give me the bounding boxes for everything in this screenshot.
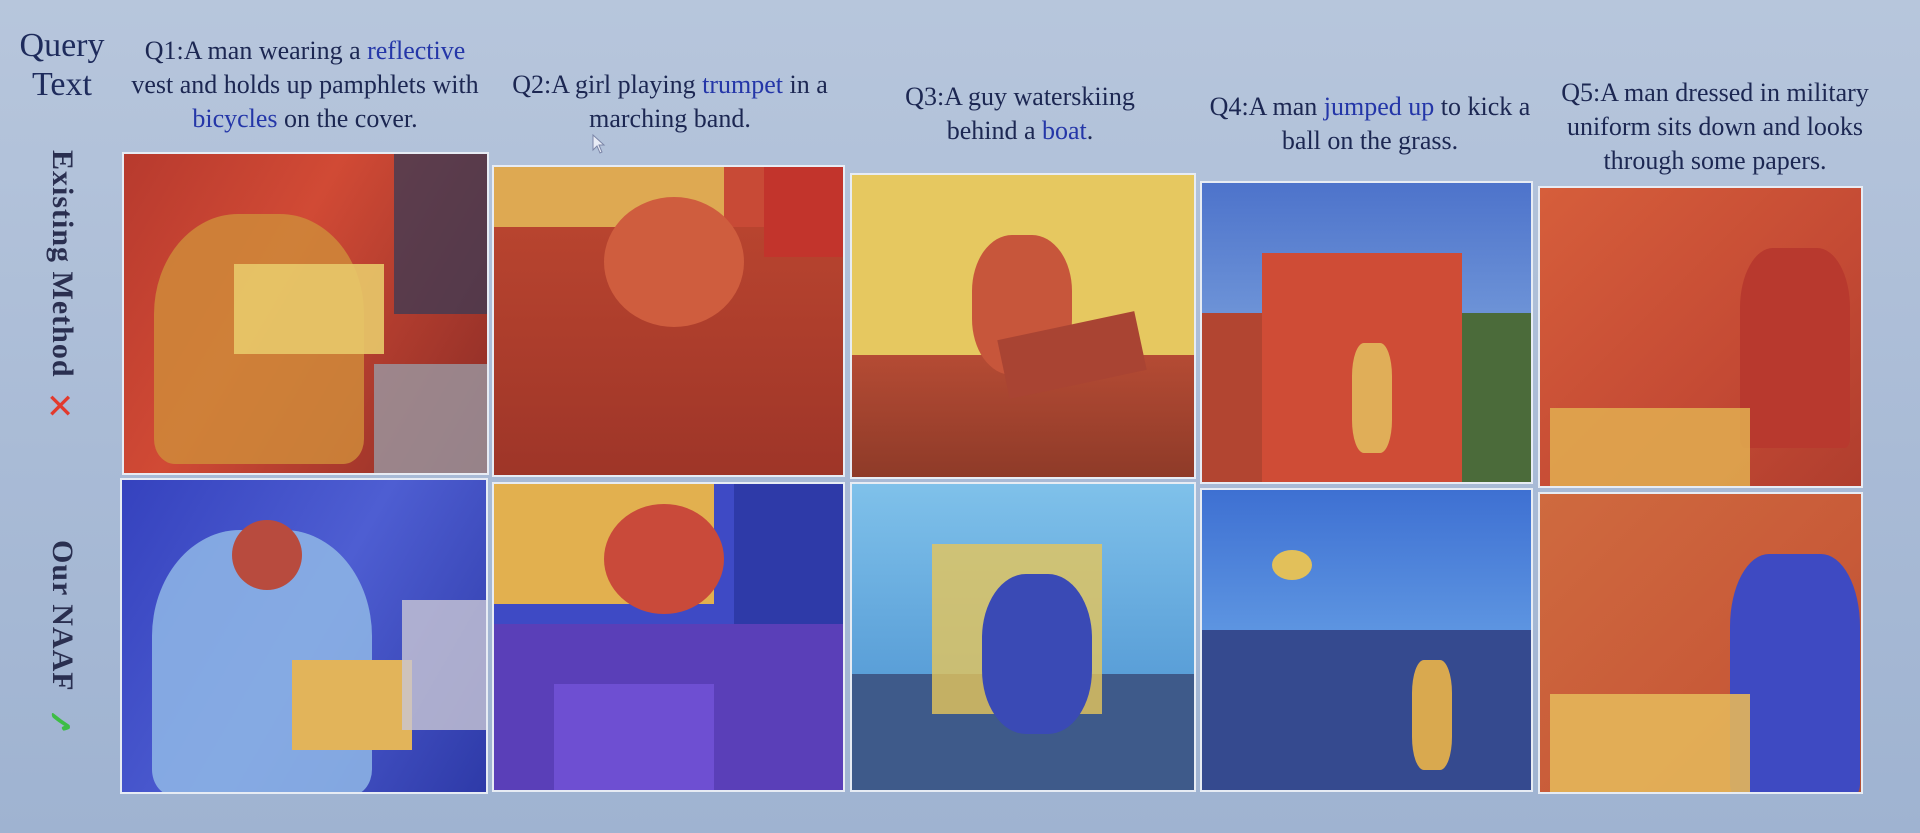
ours-q4-image [1200,488,1533,792]
query-caption-q5: Q5:A man dressed in military uniform sit… [1530,76,1900,177]
query-caption-part: Q1:A man wearing a [144,36,368,65]
slide: Query Text Q1:A man wearing a reflective… [0,0,1920,833]
existing-q5-image [1538,186,1863,488]
query-caption-part: Q4:A man [1209,92,1324,121]
query-caption-part: vest and holds up pamphlets with [131,69,479,99]
ours-q2-image [492,482,845,792]
row-label-ours-text: Our NAAF [46,540,79,692]
ours-q1-image [120,478,488,794]
query-caption-part: bicycles [192,103,278,133]
existing-q1-image [122,152,489,475]
row-label-ours: Our NAAF ✓ [40,540,84,800]
ours-q5-image [1538,492,1863,794]
query-caption-part: jumped up [1323,92,1435,121]
existing-q4-image [1200,181,1533,484]
existing-q2-image [492,165,845,477]
query-caption-part: Q5:A man dressed in military uniform sit… [1561,78,1869,175]
query-caption-part: on the cover. [277,103,418,133]
row-label-existing: Existing Method ✕ [40,150,84,480]
existing-q3-image [850,173,1196,479]
query-caption-part: trumpet [702,70,784,99]
query-caption-part: reflective [367,36,466,65]
query-caption-q3: Q3:A guy waterskiing behind a boat. [880,80,1160,148]
cross-icon: ✕ [41,387,83,425]
query-caption-part: . [1086,115,1094,145]
ours-q3-image [850,482,1196,792]
query-caption-part: Q3:A guy waterskiing behind a [905,82,1135,145]
row-label-existing-text: Existing Method [46,150,79,378]
check-icon: ✓ [42,703,82,740]
mouse-cursor-icon [592,134,606,154]
query-text-label: Query Text [19,27,105,104]
query-caption-part: boat [1042,115,1087,145]
query-caption-q4: Q4:A man jumped up to kick a ball on the… [1190,90,1550,158]
query-caption-q2: Q2:A girl playing trumpet in a marching … [490,68,850,136]
query-caption-part: Q2:A girl playing [512,70,703,99]
query-caption-q1: Q1:A man wearing a reflective vest and h… [125,34,485,135]
